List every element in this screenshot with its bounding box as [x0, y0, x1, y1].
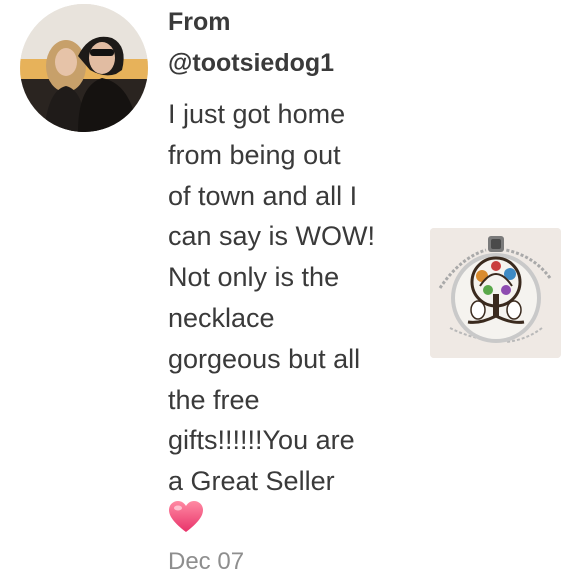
review-message: I just got home from being out of town a… — [168, 94, 375, 502]
avatar-photo-icon — [20, 4, 148, 132]
product-thumbnail[interactable] — [430, 228, 561, 358]
message-line: the free — [168, 384, 260, 415]
message-line: necklace — [168, 302, 275, 333]
message-line: a Great Seller — [168, 466, 335, 497]
message-line: gifts!!!!!!You are — [168, 425, 355, 456]
reviewer-handle[interactable]: @tootsiedog1 — [168, 45, 334, 81]
message-line: I just got home — [168, 99, 346, 129]
review-date: Dec 07 — [168, 548, 245, 575]
reviewer-avatar[interactable] — [20, 4, 148, 132]
message-line: gorgeous but all — [168, 343, 361, 374]
message-line: Not only is the — [168, 262, 340, 293]
tree-of-life-pendant-icon — [430, 228, 561, 358]
heart-emoji-icon — [168, 500, 204, 539]
message-line: of town and all I — [168, 180, 358, 211]
message-line: from being out — [168, 139, 341, 170]
from-label: From — [168, 8, 231, 36]
message-line: can say is WOW! — [168, 221, 376, 252]
